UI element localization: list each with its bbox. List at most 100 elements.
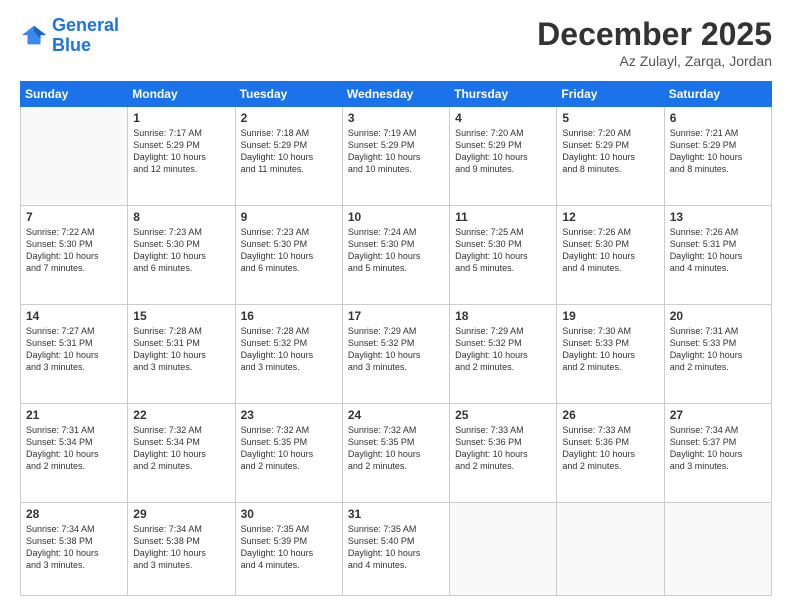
- calendar-cell: 8Sunrise: 7:23 AM Sunset: 5:30 PM Daylig…: [128, 205, 235, 304]
- calendar-cell: 26Sunrise: 7:33 AM Sunset: 5:36 PM Dayli…: [557, 403, 664, 502]
- day-number: 10: [348, 210, 444, 224]
- calendar-cell: 5Sunrise: 7:20 AM Sunset: 5:29 PM Daylig…: [557, 107, 664, 206]
- day-number: 7: [26, 210, 122, 224]
- day-info: Sunrise: 7:29 AM Sunset: 5:32 PM Dayligh…: [348, 325, 444, 374]
- calendar-cell: 22 Sunrise: 7:32 AM Sunset: 5:34 PM Dayli…: [128, 403, 235, 502]
- calendar-header-wednesday: Wednesday: [342, 82, 449, 107]
- day-info: Sunrise: 7:27 AM Sunset: 5:31 PM Dayligh…: [26, 325, 122, 374]
- day-number: 4: [455, 111, 551, 125]
- day-number: 15: [133, 309, 229, 323]
- day-number: 3: [348, 111, 444, 125]
- calendar-cell: [21, 107, 128, 206]
- day-info: Sunrise: 7:26 AM Sunset: 5:30 PM Dayligh…: [562, 226, 658, 275]
- calendar-cell: 3 Sunrise: 7:19 AM Sunset: 5:29 PM Daylig…: [342, 107, 449, 206]
- calendar-week-row: 28 Sunrise: 7:34 AM Sunset: 5:38 PM Dayli…: [21, 502, 772, 595]
- day-number: 26: [562, 408, 658, 422]
- day-info: Sunrise: 7:18 AM Sunset: 5:29 PM Dayligh…: [241, 127, 337, 176]
- day-number: 6: [670, 111, 766, 125]
- calendar-cell: [664, 502, 771, 595]
- calendar-header-saturday: Saturday: [664, 82, 771, 107]
- calendar-cell: 11Sunrise: 7:25 AM Sunset: 5:30 PM Dayli…: [450, 205, 557, 304]
- day-info: Sunrise: 7:34 AM Sunset: 5:38 PM Dayligh…: [26, 523, 122, 572]
- day-info: Sunrise: 7:32 AM Sunset: 5:34 PM Dayligh…: [133, 424, 229, 473]
- calendar-cell: 25Sunrise: 7:33 AM Sunset: 5:36 PM Dayli…: [450, 403, 557, 502]
- day-info: Sunrise: 7:31 AM Sunset: 5:34 PM Dayligh…: [26, 424, 122, 473]
- day-number: 17: [348, 309, 444, 323]
- day-info: Sunrise: 7:25 AM Sunset: 5:30 PM Dayligh…: [455, 226, 551, 275]
- logo-line2: Blue: [52, 36, 119, 56]
- calendar-cell: 4 Sunrise: 7:20 AM Sunset: 5:29 PM Daylig…: [450, 107, 557, 206]
- calendar-cell: 9 Sunrise: 7:23 AM Sunset: 5:30 PM Daylig…: [235, 205, 342, 304]
- calendar-cell: 20 Sunrise: 7:31 AM Sunset: 5:33 PM Dayli…: [664, 304, 771, 403]
- logo-text: General Blue: [52, 16, 119, 56]
- calendar-cell: 27 Sunrise: 7:34 AM Sunset: 5:37 PM Dayli…: [664, 403, 771, 502]
- day-number: 30: [241, 507, 337, 521]
- day-number: 9: [241, 210, 337, 224]
- calendar-week-row: 21 Sunrise: 7:31 AM Sunset: 5:34 PM Dayli…: [21, 403, 772, 502]
- calendar-week-row: 7 Sunrise: 7:22 AM Sunset: 5:30 PM Daylig…: [21, 205, 772, 304]
- day-info: Sunrise: 7:34 AM Sunset: 5:37 PM Dayligh…: [670, 424, 766, 473]
- calendar-cell: 7 Sunrise: 7:22 AM Sunset: 5:30 PM Daylig…: [21, 205, 128, 304]
- logo: General Blue: [20, 16, 119, 56]
- month-title: December 2025: [537, 16, 772, 53]
- calendar-cell: 23 Sunrise: 7:32 AM Sunset: 5:35 PM Dayli…: [235, 403, 342, 502]
- day-number: 31: [348, 507, 444, 521]
- calendar-cell: 19Sunrise: 7:30 AM Sunset: 5:33 PM Dayli…: [557, 304, 664, 403]
- calendar-cell: 24 Sunrise: 7:32 AM Sunset: 5:35 PM Dayli…: [342, 403, 449, 502]
- day-number: 23: [241, 408, 337, 422]
- calendar-cell: 12Sunrise: 7:26 AM Sunset: 5:30 PM Dayli…: [557, 205, 664, 304]
- day-number: 20: [670, 309, 766, 323]
- day-number: 21: [26, 408, 122, 422]
- header: General Blue December 2025 Az Zulayl, Za…: [20, 16, 772, 69]
- calendar-cell: 17 Sunrise: 7:29 AM Sunset: 5:32 PM Dayli…: [342, 304, 449, 403]
- calendar-header-sunday: Sunday: [21, 82, 128, 107]
- day-number: 13: [670, 210, 766, 224]
- page: General Blue December 2025 Az Zulayl, Za…: [0, 0, 792, 612]
- day-info: Sunrise: 7:35 AM Sunset: 5:39 PM Dayligh…: [241, 523, 337, 572]
- day-number: 16: [241, 309, 337, 323]
- calendar-cell: 30 Sunrise: 7:35 AM Sunset: 5:39 PM Dayli…: [235, 502, 342, 595]
- calendar-week-row: 14Sunrise: 7:27 AM Sunset: 5:31 PM Dayli…: [21, 304, 772, 403]
- day-number: 28: [26, 507, 122, 521]
- location: Az Zulayl, Zarqa, Jordan: [537, 53, 772, 69]
- day-number: 29: [133, 507, 229, 521]
- day-number: 18: [455, 309, 551, 323]
- calendar-header-thursday: Thursday: [450, 82, 557, 107]
- calendar-cell: [450, 502, 557, 595]
- day-info: Sunrise: 7:23 AM Sunset: 5:30 PM Dayligh…: [133, 226, 229, 275]
- day-number: 24: [348, 408, 444, 422]
- calendar-week-row: 1Sunrise: 7:17 AM Sunset: 5:29 PM Daylig…: [21, 107, 772, 206]
- day-number: 25: [455, 408, 551, 422]
- day-number: 27: [670, 408, 766, 422]
- day-info: Sunrise: 7:29 AM Sunset: 5:32 PM Dayligh…: [455, 325, 551, 374]
- calendar-header-monday: Monday: [128, 82, 235, 107]
- calendar-cell: 21 Sunrise: 7:31 AM Sunset: 5:34 PM Dayli…: [21, 403, 128, 502]
- day-info: Sunrise: 7:19 AM Sunset: 5:29 PM Dayligh…: [348, 127, 444, 176]
- day-info: Sunrise: 7:22 AM Sunset: 5:30 PM Dayligh…: [26, 226, 122, 275]
- day-number: 2: [241, 111, 337, 125]
- day-number: 5: [562, 111, 658, 125]
- day-info: Sunrise: 7:20 AM Sunset: 5:29 PM Dayligh…: [455, 127, 551, 176]
- calendar-cell: 18 Sunrise: 7:29 AM Sunset: 5:32 PM Dayli…: [450, 304, 557, 403]
- day-info: Sunrise: 7:31 AM Sunset: 5:33 PM Dayligh…: [670, 325, 766, 374]
- calendar-cell: 31 Sunrise: 7:35 AM Sunset: 5:40 PM Dayli…: [342, 502, 449, 595]
- day-info: Sunrise: 7:32 AM Sunset: 5:35 PM Dayligh…: [241, 424, 337, 473]
- logo-line1: General: [52, 15, 119, 35]
- calendar-cell: 6 Sunrise: 7:21 AM Sunset: 5:29 PM Daylig…: [664, 107, 771, 206]
- day-info: Sunrise: 7:35 AM Sunset: 5:40 PM Dayligh…: [348, 523, 444, 572]
- calendar-cell: 2 Sunrise: 7:18 AM Sunset: 5:29 PM Daylig…: [235, 107, 342, 206]
- calendar-cell: 29Sunrise: 7:34 AM Sunset: 5:38 PM Dayli…: [128, 502, 235, 595]
- day-info: Sunrise: 7:28 AM Sunset: 5:31 PM Dayligh…: [133, 325, 229, 374]
- day-info: Sunrise: 7:23 AM Sunset: 5:30 PM Dayligh…: [241, 226, 337, 275]
- day-info: Sunrise: 7:32 AM Sunset: 5:35 PM Dayligh…: [348, 424, 444, 473]
- day-number: 22: [133, 408, 229, 422]
- day-info: Sunrise: 7:21 AM Sunset: 5:29 PM Dayligh…: [670, 127, 766, 176]
- day-info: Sunrise: 7:26 AM Sunset: 5:31 PM Dayligh…: [670, 226, 766, 275]
- day-number: 1: [133, 111, 229, 125]
- day-info: Sunrise: 7:28 AM Sunset: 5:32 PM Dayligh…: [241, 325, 337, 374]
- calendar-header-row: SundayMondayTuesdayWednesdayThursdayFrid…: [21, 82, 772, 107]
- day-number: 19: [562, 309, 658, 323]
- title-block: December 2025 Az Zulayl, Zarqa, Jordan: [537, 16, 772, 69]
- calendar-cell: 10Sunrise: 7:24 AM Sunset: 5:30 PM Dayli…: [342, 205, 449, 304]
- calendar-cell: 15 Sunrise: 7:28 AM Sunset: 5:31 PM Dayli…: [128, 304, 235, 403]
